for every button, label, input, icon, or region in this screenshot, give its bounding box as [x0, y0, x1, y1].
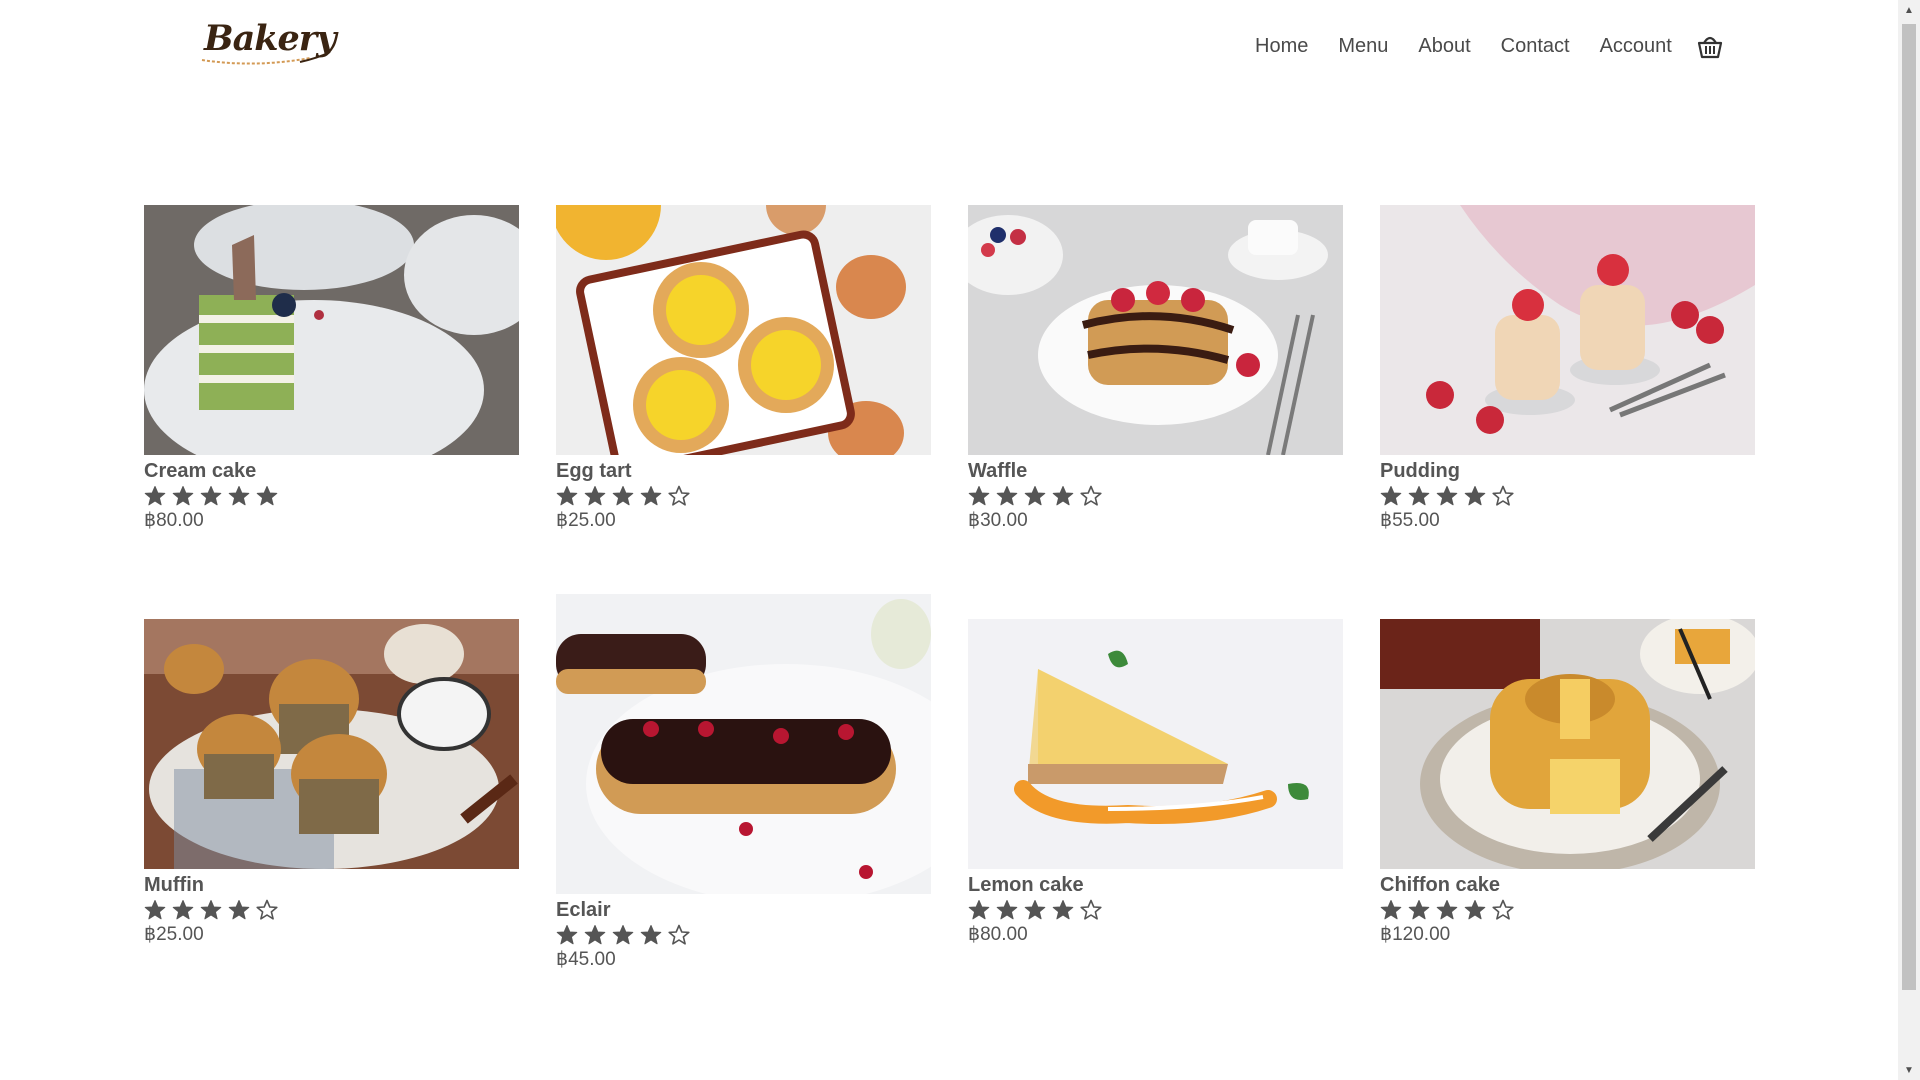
star-filled-icon: [556, 486, 578, 506]
product-price: ฿45.00: [556, 949, 616, 970]
nav-menu[interactable]: Menu: [1338, 35, 1388, 58]
star-filled-icon: [996, 486, 1018, 506]
star-filled-icon: [1436, 486, 1458, 506]
product-image[interactable]: [144, 205, 519, 455]
star-filled-icon: [228, 486, 250, 506]
product-card[interactable]: Cream cake ฿80.00: [144, 205, 519, 533]
product-price: ฿30.00: [968, 510, 1028, 531]
logo-wheat-icon: [201, 51, 331, 65]
bakery-logo[interactable]: Bakery: [200, 18, 337, 68]
product-card[interactable]: Lemon cake ฿80.00: [968, 619, 1343, 947]
product-image[interactable]: [968, 205, 1343, 455]
product-price: ฿120.00: [1380, 924, 1451, 945]
product-price: ฿80.00: [144, 510, 204, 531]
star-empty-icon: [668, 485, 690, 506]
rating-stars: [144, 897, 519, 923]
star-filled-icon: [1380, 486, 1402, 506]
product-image[interactable]: [556, 205, 931, 455]
star-filled-icon: [556, 925, 578, 945]
nav-home[interactable]: Home: [1255, 35, 1308, 58]
star-filled-icon: [584, 925, 606, 945]
nav-account[interactable]: Account: [1600, 35, 1672, 58]
site-header: Bakery Home Menu About Contact Account: [0, 0, 1898, 90]
star-empty-icon: [668, 924, 690, 945]
product-card[interactable]: Egg tart ฿25.00: [556, 205, 931, 533]
star-filled-icon: [584, 486, 606, 506]
star-filled-icon: [968, 900, 990, 920]
star-filled-icon: [612, 925, 634, 945]
basket-icon[interactable]: [1696, 32, 1724, 60]
scroll-thumb[interactable]: [1902, 24, 1916, 990]
product-image[interactable]: [1380, 619, 1755, 869]
star-filled-icon: [1408, 486, 1430, 506]
star-filled-icon: [228, 900, 250, 920]
star-filled-icon: [172, 900, 194, 920]
product-image[interactable]: [968, 619, 1343, 869]
star-filled-icon: [640, 925, 662, 945]
star-filled-icon: [1464, 486, 1486, 506]
star-filled-icon: [144, 900, 166, 920]
star-filled-icon: [1024, 486, 1046, 506]
star-filled-icon: [200, 900, 222, 920]
product-price: ฿25.00: [556, 510, 616, 531]
rating-stars: [144, 483, 519, 509]
product-image[interactable]: [144, 619, 519, 869]
rating-stars: [1380, 483, 1755, 509]
star-filled-icon: [968, 486, 990, 506]
star-filled-icon: [1024, 900, 1046, 920]
star-empty-icon: [1080, 899, 1102, 920]
product-name[interactable]: Cream cake: [144, 459, 519, 483]
main-nav: Home Menu About Contact Account: [1255, 30, 1898, 62]
product-price: ฿80.00: [968, 924, 1028, 945]
product-name[interactable]: Chiffon cake: [1380, 873, 1755, 897]
star-filled-icon: [144, 486, 166, 506]
nav-contact[interactable]: Contact: [1501, 35, 1570, 58]
star-empty-icon: [256, 899, 278, 920]
product-card[interactable]: Eclair ฿45.00: [556, 594, 931, 972]
product-image[interactable]: [556, 594, 931, 894]
star-filled-icon: [1380, 900, 1402, 920]
rating-stars: [1380, 897, 1755, 923]
star-filled-icon: [996, 900, 1018, 920]
nav-about[interactable]: About: [1418, 35, 1470, 58]
star-filled-icon: [640, 486, 662, 506]
product-image[interactable]: [1380, 205, 1755, 455]
star-filled-icon: [1464, 900, 1486, 920]
product-name[interactable]: Waffle: [968, 459, 1343, 483]
rating-stars: [556, 483, 931, 509]
product-price: ฿55.00: [1380, 510, 1440, 531]
star-filled-icon: [1408, 900, 1430, 920]
product-name[interactable]: Eclair: [556, 898, 931, 922]
vertical-scrollbar[interactable]: ▲ ▼: [1898, 0, 1920, 1080]
product-name[interactable]: Lemon cake: [968, 873, 1343, 897]
product-card[interactable]: Waffle ฿30.00: [968, 205, 1343, 533]
star-filled-icon: [256, 486, 278, 506]
scroll-up-icon[interactable]: ▲: [1898, 0, 1920, 20]
star-empty-icon: [1492, 899, 1514, 920]
star-filled-icon: [1436, 900, 1458, 920]
star-filled-icon: [1052, 900, 1074, 920]
star-empty-icon: [1492, 485, 1514, 506]
rating-stars: [968, 897, 1343, 923]
star-filled-icon: [1052, 486, 1074, 506]
star-filled-icon: [172, 486, 194, 506]
star-filled-icon: [612, 486, 634, 506]
rating-stars: [556, 922, 931, 948]
product-card[interactable]: Chiffon cake ฿120.00: [1380, 619, 1755, 947]
product-name[interactable]: Pudding: [1380, 459, 1755, 483]
rating-stars: [968, 483, 1343, 509]
scroll-down-icon[interactable]: ▼: [1898, 1060, 1920, 1080]
product-name[interactable]: Muffin: [144, 873, 519, 897]
star-empty-icon: [1080, 485, 1102, 506]
star-filled-icon: [200, 486, 222, 506]
product-card[interactable]: Muffin ฿25.00: [144, 619, 519, 947]
product-name[interactable]: Egg tart: [556, 459, 931, 483]
product-card[interactable]: Pudding ฿55.00: [1380, 205, 1755, 533]
product-price: ฿25.00: [144, 924, 204, 945]
